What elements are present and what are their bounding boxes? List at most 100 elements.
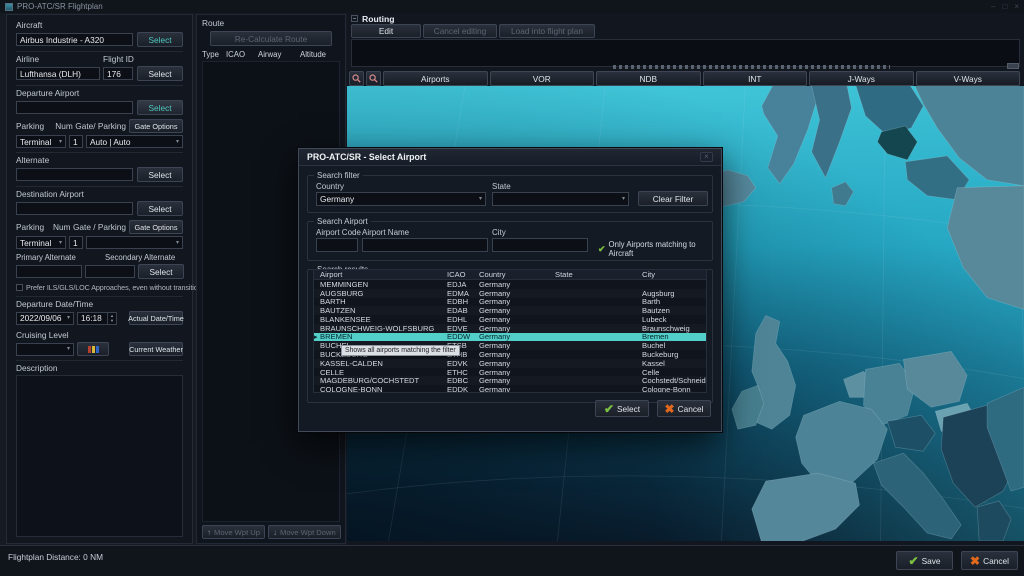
results-table: Airport ICAO Country State City MEMMINGE… xyxy=(313,269,707,393)
aircraft-select-button[interactable]: Select xyxy=(137,32,183,47)
table-row[interactable]: AUGSBURGEDMAGermanyAugsburg xyxy=(314,289,706,298)
window-title: PRO-ATC/SR Flightplan xyxy=(17,2,103,11)
departure-airport-section: Departure Airport Select Parking Num Gat… xyxy=(16,85,183,148)
airport-name-input[interactable] xyxy=(362,238,488,252)
time-spinner[interactable]: ▴ ▾ xyxy=(107,313,116,324)
level-chart-button[interactable] xyxy=(77,342,109,356)
load-flightplan-button[interactable]: Load into flight plan xyxy=(499,24,595,38)
cancel-button[interactable]: ✖ Cancel xyxy=(961,551,1018,570)
edit-route-button[interactable]: Edit xyxy=(351,24,421,38)
cell-city: Cologne-Bonn xyxy=(642,385,706,393)
window-titlebar: PRO-ATC/SR Flightplan – □ × xyxy=(0,0,1024,13)
col-icao: ICAO xyxy=(226,50,258,59)
cell-icao: EDMA xyxy=(447,289,479,298)
cell-airport: BARTH xyxy=(320,297,447,306)
tab-airports[interactable]: Airports xyxy=(383,71,488,86)
airline-select-button[interactable]: Select xyxy=(137,66,183,81)
departure-time-stepper[interactable]: 16:18 ▴ ▾ xyxy=(77,312,117,325)
state-select[interactable]: ▾ xyxy=(492,192,629,206)
map-zoom-slider[interactable] xyxy=(613,65,890,69)
airport-code-input[interactable] xyxy=(316,238,358,252)
alternates-select-button[interactable]: Select xyxy=(138,264,184,279)
table-row[interactable]: MEMMINGENEDJAGermany xyxy=(314,280,706,289)
gate-parking-select[interactable]: Auto | Auto ▾ xyxy=(86,135,183,148)
table-row[interactable]: MAGDEBURG/COCHSTEDTEDBCGermanyCochstedt/… xyxy=(314,376,706,385)
cell-airport: COLOGNE-BONN xyxy=(320,385,447,393)
move-wpt-down-button[interactable]: ↓ Move Wpt Down xyxy=(268,525,341,539)
map-zoom-slider-thumb[interactable] xyxy=(1007,63,1019,69)
state-label: State xyxy=(492,182,511,191)
departure-date-value: 2022/09/06 xyxy=(20,313,62,323)
zoom-out-button[interactable] xyxy=(366,71,381,86)
parking-select[interactable]: Terminal ▾ xyxy=(16,135,66,148)
tab-vways[interactable]: V-Ways xyxy=(916,71,1021,86)
description-input[interactable] xyxy=(16,375,183,537)
primary-alternate-input[interactable] xyxy=(16,265,82,278)
cancel-editing-button[interactable]: Cancel editing xyxy=(423,24,497,38)
country-value: Germany xyxy=(320,194,354,204)
cell-airport: BREMEN xyxy=(320,332,447,341)
parking-num-input[interactable] xyxy=(69,236,83,249)
table-row[interactable]: KASSEL-CALDENEDVKGermanyKassel xyxy=(314,359,706,368)
parking-num-input[interactable] xyxy=(69,135,83,148)
zoom-in-button[interactable] xyxy=(349,71,364,86)
cell-country: Germany xyxy=(479,306,555,315)
tab-vor[interactable]: VOR xyxy=(490,71,595,86)
cell-airport: BLANKENSEE xyxy=(320,315,447,324)
cross-icon: ✖ xyxy=(970,555,980,567)
city-input[interactable] xyxy=(492,238,588,252)
cruising-level-select[interactable]: ▾ xyxy=(16,343,74,356)
tab-int[interactable]: INT xyxy=(703,71,808,86)
clear-filter-button[interactable]: Clear Filter xyxy=(638,191,708,206)
alternate-select-button[interactable]: Select xyxy=(137,167,183,182)
save-button[interactable]: ✔ Save xyxy=(896,551,953,570)
dialog-titlebar[interactable]: PRO-ATC/SR - Select Airport × xyxy=(299,149,721,166)
dialog-close-icon[interactable]: × xyxy=(700,152,713,162)
secondary-alternate-label: Secondary Alternate xyxy=(105,253,175,262)
gate-parking-select[interactable]: ▾ xyxy=(86,236,183,249)
table-row[interactable]: BREMENEDDWGermanyBremen▸ xyxy=(314,333,706,342)
departure-airport-input[interactable] xyxy=(16,101,133,114)
destination-airport-input[interactable] xyxy=(16,202,133,215)
move-wpt-up-button[interactable]: ↑ Move Wpt Up xyxy=(202,525,265,539)
match-aircraft-checkbox[interactable]: ✔ Only Airports matching to Aircraft xyxy=(598,240,712,258)
departure-select-button[interactable]: Select xyxy=(137,100,183,115)
cell-airport: BRAUNSCHWEIG-WOLFSBURG xyxy=(320,324,447,333)
airline-input[interactable] xyxy=(16,67,100,80)
table-row[interactable]: BARTHEDBHGermanyBarth xyxy=(314,298,706,307)
routing-collapse-icon[interactable] xyxy=(351,15,358,22)
secondary-alternate-input[interactable] xyxy=(85,265,135,278)
actual-datetime-button[interactable]: Actual Date/Time xyxy=(129,311,183,325)
table-row[interactable]: BLANKENSEEEDHLGermanyLubeck xyxy=(314,315,706,324)
aircraft-input[interactable] xyxy=(16,33,133,46)
gate-options-button[interactable]: Gate Options xyxy=(129,119,183,133)
departure-date-select[interactable]: 2022/09/06 ▾ xyxy=(16,312,74,325)
dialog-cancel-button[interactable]: ✖ Cancel xyxy=(657,400,711,417)
table-row[interactable]: CELLEETHCGermanyCelle xyxy=(314,368,706,377)
destination-select-button[interactable]: Select xyxy=(137,201,183,216)
ils-approach-checkbox[interactable] xyxy=(16,284,23,291)
close-icon[interactable]: × xyxy=(1014,2,1019,11)
table-row[interactable]: COLOGNE-BONNEDDKGermanyCologne-Bonn xyxy=(314,385,706,393)
gate-options-button[interactable]: Gate Options xyxy=(129,220,183,234)
routing-input[interactable] xyxy=(351,39,1020,67)
cell-city: Cochstedt/Schneidlingen xyxy=(642,376,706,385)
flight-id-input[interactable] xyxy=(103,67,133,80)
dialog-select-button[interactable]: ✔ Select xyxy=(595,400,649,417)
spinner-down-icon[interactable]: ▾ xyxy=(108,318,116,324)
current-weather-button[interactable]: Current Weather xyxy=(129,342,183,356)
maximize-icon[interactable]: □ xyxy=(1002,2,1007,11)
country-select[interactable]: Germany ▾ xyxy=(316,192,486,206)
col-altitude: Altitude xyxy=(300,50,326,59)
parking-value: Terminal xyxy=(20,137,51,147)
parking-select[interactable]: Terminal ▾ xyxy=(16,236,66,249)
alternate-input[interactable] xyxy=(16,168,133,181)
tab-jways[interactable]: J-Ways xyxy=(809,71,914,86)
minimize-icon[interactable]: – xyxy=(991,2,995,11)
cell-country: Germany xyxy=(479,324,555,333)
table-row[interactable]: BRAUNSCHWEIG-WOLFSBURGEDVEGermanyBraunsc… xyxy=(314,324,706,333)
recalculate-route-button[interactable]: Re-Calculate Route xyxy=(210,31,332,46)
col-airport: Airport xyxy=(320,270,447,279)
tab-ndb[interactable]: NDB xyxy=(596,71,701,86)
table-row[interactable]: BAUTZENEDABGermanyBautzen xyxy=(314,306,706,315)
